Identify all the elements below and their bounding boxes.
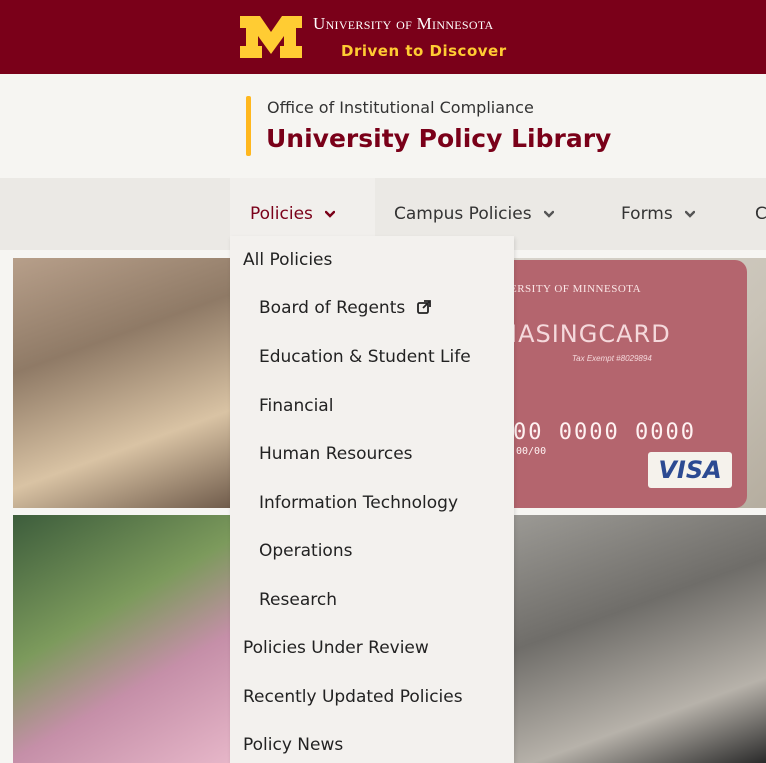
site-title[interactable]: University Policy Library	[266, 124, 611, 153]
nav-campus-policies-label: Campus Policies	[394, 204, 532, 224]
hero-photo-student	[13, 258, 235, 508]
menu-item-financial[interactable]: Financial	[259, 396, 333, 416]
nav-forms[interactable]: Forms	[621, 178, 695, 250]
menu-item-board-of-regents[interactable]: Board of Regents	[259, 298, 431, 318]
card-tax-text: Tax Exempt #8029894	[572, 354, 652, 363]
nav-forms-label: Forms	[621, 204, 673, 224]
menu-item-label: Recently Updated Policies	[243, 687, 463, 707]
menu-item-label: Operations	[259, 541, 353, 561]
menu-item-label: Education & Student Life	[259, 347, 471, 367]
menu-item-education-student-life[interactable]: Education & Student Life	[259, 347, 471, 367]
nav-truncated-item[interactable]: C	[755, 178, 766, 250]
external-link-icon	[416, 300, 431, 314]
menu-item-label: Policies Under Review	[243, 638, 429, 658]
hero-photo-computer-lab	[510, 515, 766, 763]
menu-item-human-resources[interactable]: Human Resources	[259, 444, 413, 464]
nav-policies-label: Policies	[250, 204, 313, 224]
menu-item-research[interactable]: Research	[259, 590, 337, 610]
menu-item-label: Human Resources	[259, 444, 413, 464]
header-accent-rule	[246, 96, 251, 156]
menu-item-policies-under-review[interactable]: Policies Under Review	[243, 638, 429, 658]
card-number-text: 00 0000 0000	[513, 420, 696, 445]
university-logo-icon[interactable]	[238, 14, 304, 60]
card-title-text: IASINGCARD	[510, 320, 671, 348]
menu-item-label: Research	[259, 590, 337, 610]
university-name[interactable]: University of Minnesota	[313, 14, 494, 34]
menu-item-label: Board of Regents	[259, 298, 406, 318]
university-brand-bar	[0, 0, 766, 74]
menu-item-information-technology[interactable]: Information Technology	[259, 493, 458, 513]
office-name[interactable]: Office of Institutional Compliance	[267, 98, 534, 117]
card-university-text: ERSITY OF MINNESOTA	[510, 283, 642, 295]
menu-item-policy-news[interactable]: Policy News	[243, 735, 343, 755]
chevron-down-icon	[684, 210, 695, 218]
university-tagline: Driven to Discover	[341, 42, 507, 60]
menu-item-label: All Policies	[243, 250, 333, 270]
card-expiry-text: 00/00	[516, 446, 547, 457]
nav-truncated-label: C	[755, 204, 766, 224]
menu-item-operations[interactable]: Operations	[259, 541, 352, 561]
menu-item-all-policies[interactable]: All Policies	[243, 250, 332, 270]
chevron-down-icon	[543, 210, 554, 218]
visa-logo: VISA	[648, 452, 732, 488]
chevron-down-icon	[324, 210, 335, 218]
menu-item-label: Policy News	[243, 735, 344, 755]
menu-item-label: Information Technology	[259, 493, 459, 513]
hero-photo-blossoms	[13, 515, 235, 763]
menu-item-recently-updated[interactable]: Recently Updated Policies	[243, 687, 463, 707]
menu-item-label: Financial	[259, 396, 334, 416]
